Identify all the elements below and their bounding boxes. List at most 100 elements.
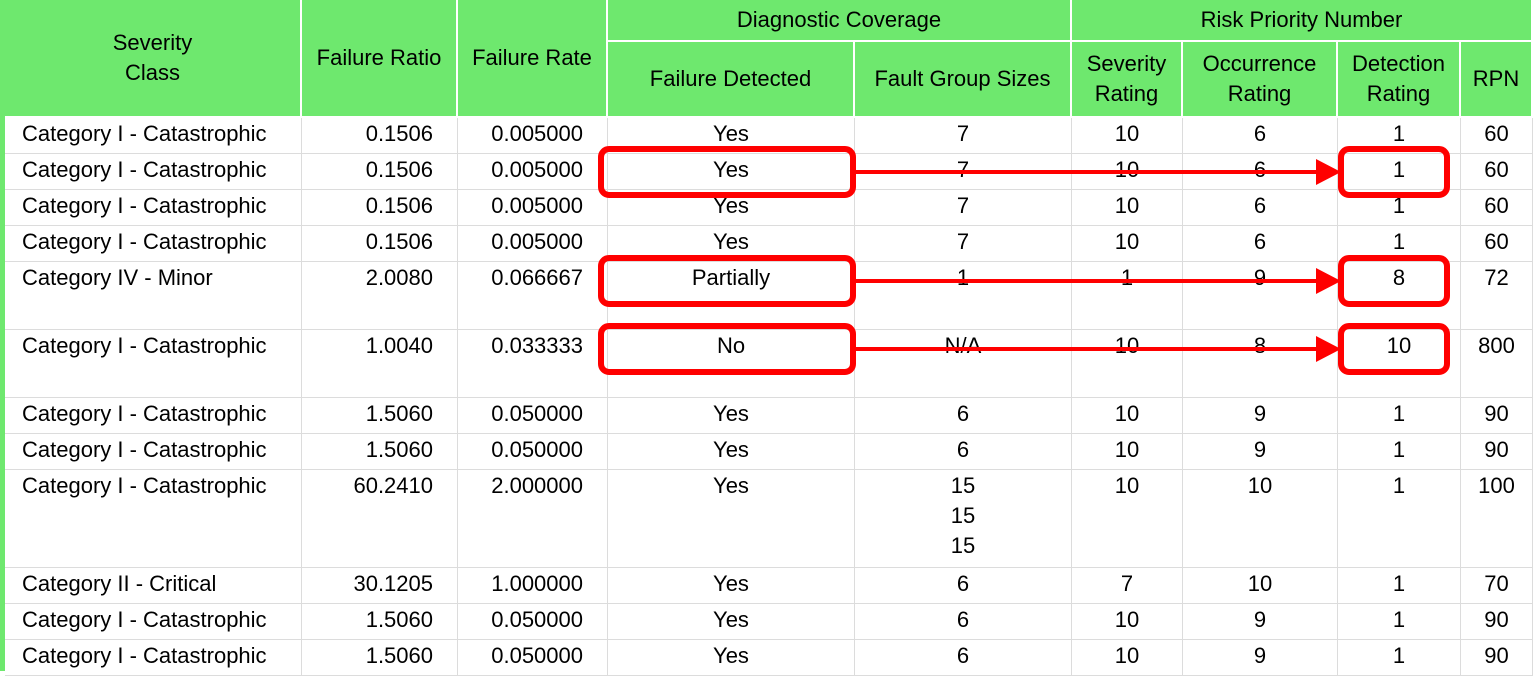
cell-failure-ratio[interactable]: 1.5060: [302, 398, 458, 434]
cell-detection-rating[interactable]: 10: [1338, 330, 1461, 398]
cell-occurrence-rating[interactable]: 9: [1183, 398, 1338, 434]
cell-occurrence-rating[interactable]: 6: [1183, 154, 1338, 190]
cell-rpn[interactable]: 90: [1461, 398, 1533, 434]
cell-occurrence-rating[interactable]: 6: [1183, 190, 1338, 226]
cell-rpn[interactable]: 70: [1461, 568, 1533, 604]
cell-rpn[interactable]: 60: [1461, 226, 1533, 262]
column-header-rpn[interactable]: RPN: [1461, 42, 1533, 118]
cell-failure-ratio[interactable]: 0.1506: [302, 190, 458, 226]
column-header-failure-ratio[interactable]: Failure Ratio: [302, 0, 458, 118]
cell-failure-ratio[interactable]: 0.1506: [302, 118, 458, 154]
cell-severity-class[interactable]: Category I - Catastrophic: [5, 190, 302, 226]
cell-fault-group-sizes[interactable]: 7: [855, 226, 1072, 262]
cell-occurrence-rating[interactable]: 9: [1183, 604, 1338, 640]
cell-failure-rate[interactable]: 0.033333: [458, 330, 608, 398]
cell-fault-group-sizes[interactable]: 15 15 15: [855, 470, 1072, 568]
cell-failure-ratio[interactable]: 1.5060: [302, 604, 458, 640]
cell-occurrence-rating[interactable]: 6: [1183, 118, 1338, 154]
cell-failure-rate[interactable]: 0.050000: [458, 434, 608, 470]
cell-failure-detected[interactable]: Yes: [608, 154, 855, 190]
cell-failure-ratio[interactable]: 0.1506: [302, 154, 458, 190]
cell-detection-rating[interactable]: 1: [1338, 154, 1461, 190]
column-header-failure-detected[interactable]: Failure Detected: [608, 42, 855, 118]
cell-failure-rate[interactable]: 0.005000: [458, 118, 608, 154]
cell-severity-rating[interactable]: 10: [1072, 434, 1183, 470]
cell-failure-rate[interactable]: 1.000000: [458, 568, 608, 604]
cell-severity-class[interactable]: Category I - Catastrophic: [5, 398, 302, 434]
cell-severity-rating[interactable]: 10: [1072, 470, 1183, 568]
cell-severity-class[interactable]: Category II - Critical: [5, 568, 302, 604]
cell-fault-group-sizes[interactable]: 6: [855, 568, 1072, 604]
cell-failure-rate[interactable]: 2.000000: [458, 470, 608, 568]
cell-occurrence-rating[interactable]: 6: [1183, 226, 1338, 262]
cell-severity-rating[interactable]: 10: [1072, 604, 1183, 640]
cell-fault-group-sizes[interactable]: 6: [855, 434, 1072, 470]
cell-fault-group-sizes[interactable]: 7: [855, 118, 1072, 154]
cell-detection-rating[interactable]: 8: [1338, 262, 1461, 330]
cell-failure-detected[interactable]: Yes: [608, 470, 855, 568]
cell-failure-detected[interactable]: Yes: [608, 226, 855, 262]
cell-rpn[interactable]: 100: [1461, 470, 1533, 568]
cell-failure-ratio[interactable]: 1.0040: [302, 330, 458, 398]
cell-detection-rating[interactable]: 1: [1338, 226, 1461, 262]
cell-detection-rating[interactable]: 1: [1338, 470, 1461, 568]
cell-failure-rate[interactable]: 0.050000: [458, 604, 608, 640]
cell-severity-rating[interactable]: 10: [1072, 118, 1183, 154]
cell-detection-rating[interactable]: 1: [1338, 398, 1461, 434]
cell-detection-rating[interactable]: 1: [1338, 434, 1461, 470]
column-header-detection-rating[interactable]: Detection Rating: [1338, 42, 1461, 118]
cell-severity-class[interactable]: Category IV - Minor: [5, 262, 302, 330]
column-header-severity-class[interactable]: Severity Class: [5, 0, 302, 118]
cell-detection-rating[interactable]: 1: [1338, 568, 1461, 604]
cell-rpn[interactable]: 90: [1461, 604, 1533, 640]
cell-fault-group-sizes[interactable]: 1: [855, 262, 1072, 330]
cell-failure-rate[interactable]: 0.005000: [458, 226, 608, 262]
cell-failure-detected[interactable]: Yes: [608, 434, 855, 470]
cell-rpn[interactable]: 72: [1461, 262, 1533, 330]
cell-detection-rating[interactable]: 1: [1338, 118, 1461, 154]
column-header-occurrence-rating[interactable]: Occurrence Rating: [1183, 42, 1338, 118]
cell-failure-detected[interactable]: Yes: [608, 568, 855, 604]
column-header-fault-group-sizes[interactable]: Fault Group Sizes: [855, 42, 1072, 118]
cell-failure-ratio[interactable]: 0.1506: [302, 226, 458, 262]
cell-fault-group-sizes[interactable]: N/A: [855, 330, 1072, 398]
cell-severity-class[interactable]: Category I - Catastrophic: [5, 330, 302, 398]
cell-fault-group-sizes[interactable]: 6: [855, 398, 1072, 434]
cell-occurrence-rating[interactable]: 9: [1183, 434, 1338, 470]
cell-occurrence-rating[interactable]: 10: [1183, 470, 1338, 568]
cell-failure-rate[interactable]: 0.005000: [458, 190, 608, 226]
cell-severity-rating[interactable]: 7: [1072, 568, 1183, 604]
cell-severity-class[interactable]: Category I - Catastrophic: [5, 154, 302, 190]
cell-severity-rating[interactable]: 10: [1072, 154, 1183, 190]
cell-fault-group-sizes[interactable]: 7: [855, 190, 1072, 226]
cell-detection-rating[interactable]: 1: [1338, 604, 1461, 640]
cell-occurrence-rating[interactable]: 8: [1183, 330, 1338, 398]
cell-failure-ratio[interactable]: 60.2410: [302, 470, 458, 568]
cell-severity-class[interactable]: Category I - Catastrophic: [5, 470, 302, 568]
cell-failure-ratio[interactable]: 1.5060: [302, 434, 458, 470]
cell-rpn[interactable]: 60: [1461, 190, 1533, 226]
cell-failure-rate[interactable]: 0.005000: [458, 154, 608, 190]
cell-rpn[interactable]: 60: [1461, 154, 1533, 190]
cell-severity-class[interactable]: Category I - Catastrophic: [5, 118, 302, 154]
cell-rpn[interactable]: 90: [1461, 434, 1533, 470]
cell-failure-detected[interactable]: Partially: [608, 262, 855, 330]
cell-rpn[interactable]: 800: [1461, 330, 1533, 398]
cell-rpn[interactable]: 60: [1461, 118, 1533, 154]
cell-severity-class[interactable]: Category I - Catastrophic: [5, 226, 302, 262]
cell-failure-ratio[interactable]: 30.1205: [302, 568, 458, 604]
cell-failure-rate[interactable]: 0.066667: [458, 262, 608, 330]
cell-failure-detected[interactable]: Yes: [608, 398, 855, 434]
cell-severity-class[interactable]: Category I - Catastrophic: [5, 434, 302, 470]
column-header-severity-rating[interactable]: Severity Rating: [1072, 42, 1183, 118]
cell-failure-rate[interactable]: 0.050000: [458, 398, 608, 434]
cell-failure-detected[interactable]: Yes: [608, 118, 855, 154]
cell-failure-detected[interactable]: Yes: [608, 604, 855, 640]
cell-severity-class[interactable]: Category I - Catastrophic: [5, 604, 302, 640]
cell-occurrence-rating[interactable]: 9: [1183, 262, 1338, 330]
cell-severity-rating[interactable]: 10: [1072, 398, 1183, 434]
cell-fault-group-sizes[interactable]: 7: [855, 154, 1072, 190]
cell-severity-rating[interactable]: 1: [1072, 262, 1183, 330]
cell-fault-group-sizes[interactable]: 6: [855, 604, 1072, 640]
cell-severity-rating[interactable]: 10: [1072, 226, 1183, 262]
